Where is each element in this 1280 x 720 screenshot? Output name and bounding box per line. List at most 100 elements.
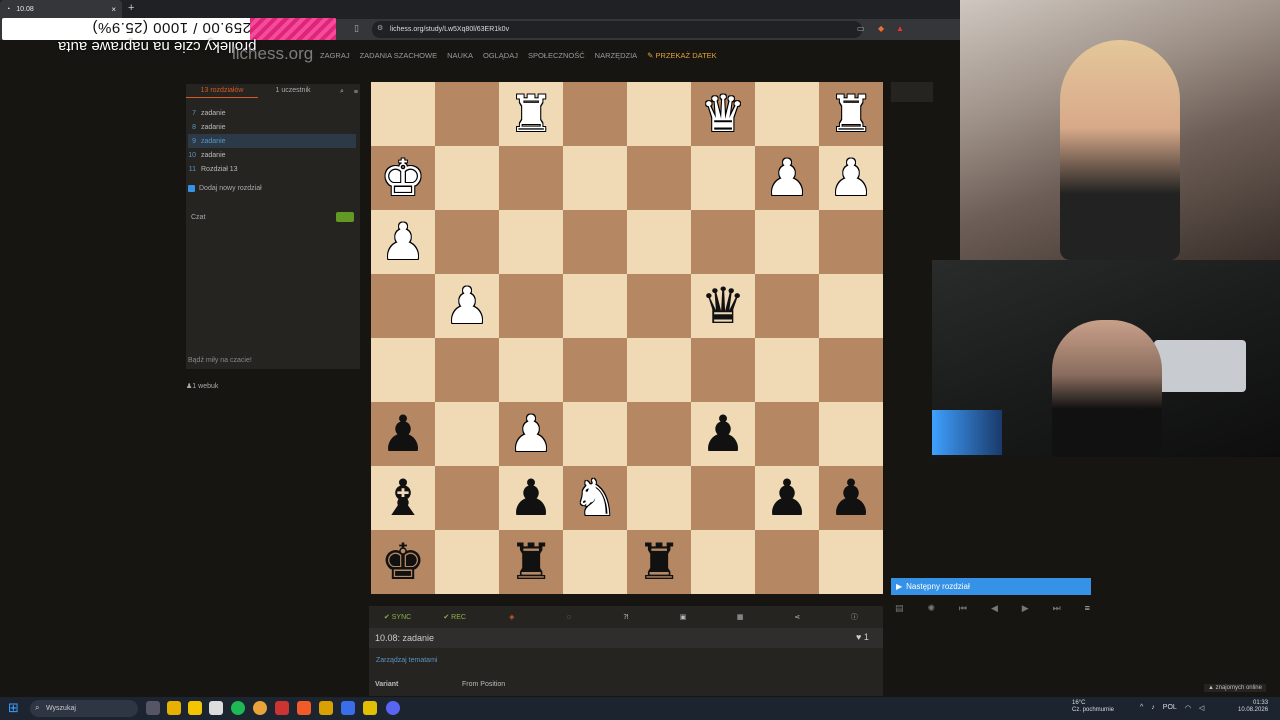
language-indicator[interactable]: POL — [1163, 704, 1177, 712]
white-queen-piece[interactable]: ♛ — [701, 82, 746, 146]
prev-move-icon[interactable]: ◀ — [991, 603, 998, 614]
microphone-icon[interactable]: ♪ — [1151, 704, 1155, 712]
chapter-item[interactable]: 11 Rozdział 13 — [188, 162, 356, 176]
nav-puzzles[interactable]: ZADANIA SZACHOWE — [360, 51, 438, 60]
hamburger-menu-icon[interactable]: ≡ — [1085, 603, 1090, 614]
engine-icon[interactable]: ✺ — [927, 603, 935, 614]
board-square[interactable]: ♟ — [755, 466, 819, 530]
nav-donate[interactable]: ✎ PRZEKAŻ DATEK — [647, 51, 717, 60]
cast-icon[interactable]: ▭ — [857, 24, 865, 33]
board-square[interactable] — [499, 274, 563, 338]
tags-tab-icon[interactable]: ◈ — [483, 613, 540, 621]
white-pawn-piece[interactable]: ♟ — [381, 210, 426, 274]
chapter-item[interactable]: 10 zadanie — [188, 148, 356, 162]
member-name[interactable]: webuk — [198, 383, 218, 390]
board-square[interactable]: ♛ — [691, 274, 755, 338]
grid-icon[interactable]: ▦ — [712, 613, 769, 621]
white-knight-piece[interactable]: ♞ — [573, 466, 618, 530]
board-square[interactable] — [435, 146, 499, 210]
address-bar[interactable]: ⚙ lichess.org/study/Lw5Xq80l/63ER1k0v — [372, 21, 862, 38]
board-square[interactable]: ♟ — [371, 402, 435, 466]
black-rook-piece[interactable]: ♜ — [509, 530, 554, 594]
board-square[interactable] — [499, 210, 563, 274]
board-square[interactable] — [755, 402, 819, 466]
next-move-icon[interactable]: ▶ — [1022, 603, 1029, 614]
wifi-icon[interactable]: ◠ — [1185, 704, 1191, 712]
white-pawn-piece[interactable]: ♟ — [509, 402, 554, 466]
board-square[interactable]: ♟ — [691, 402, 755, 466]
white-pawn-piece[interactable]: ♟ — [829, 146, 874, 210]
board-square[interactable] — [435, 338, 499, 402]
book-icon[interactable]: ▤ — [895, 603, 904, 614]
board-square[interactable] — [691, 466, 755, 530]
volume-icon[interactable]: ◁ — [1199, 704, 1204, 712]
board-square[interactable] — [627, 146, 691, 210]
board-square[interactable] — [435, 402, 499, 466]
board-square[interactable]: ♟ — [499, 466, 563, 530]
board-square[interactable] — [755, 530, 819, 594]
chapter-item[interactable]: 7 zadanie — [188, 106, 356, 120]
tab-chapters[interactable]: 13 rozdziałów — [186, 87, 258, 98]
brave-shield-icon[interactable]: ◆ — [878, 24, 884, 33]
board-square[interactable] — [499, 338, 563, 402]
board-square[interactable] — [755, 274, 819, 338]
site-logo[interactable]: lichess.org — [232, 44, 313, 64]
search-icon[interactable]: ⌕ — [340, 88, 344, 96]
board-square[interactable] — [435, 530, 499, 594]
app-icon[interactable] — [167, 701, 181, 715]
chapter-item-active[interactable]: 9 zadanie — [188, 134, 356, 148]
board-square[interactable] — [755, 82, 819, 146]
comment-icon[interactable]: ◌ — [540, 614, 597, 621]
nav-tools[interactable]: NARZĘDZIA — [595, 51, 638, 60]
board-square[interactable] — [563, 338, 627, 402]
first-move-icon[interactable]: ⏮ — [959, 603, 967, 614]
board-square[interactable] — [627, 338, 691, 402]
board-square[interactable]: ♟ — [819, 146, 883, 210]
black-queen-piece[interactable]: ♛ — [701, 274, 746, 338]
black-pawn-piece[interactable]: ♟ — [765, 466, 810, 530]
black-rook-piece[interactable]: ♜ — [637, 530, 682, 594]
friends-online[interactable]: ▲ znajomych online — [1204, 684, 1266, 692]
board-square[interactable] — [563, 402, 627, 466]
rewards-icon[interactable]: ▲ — [896, 24, 904, 33]
board-square[interactable] — [691, 146, 755, 210]
store-icon[interactable] — [209, 701, 223, 715]
board-square[interactable]: ♟ — [499, 402, 563, 466]
black-pawn-piece[interactable]: ♟ — [381, 402, 426, 466]
vlc-icon[interactable] — [363, 701, 377, 715]
board-square[interactable]: ♜ — [499, 82, 563, 146]
board-square[interactable] — [819, 402, 883, 466]
tab-members[interactable]: 1 uczestnik — [258, 87, 328, 97]
board-square[interactable] — [691, 210, 755, 274]
windows-start-icon[interactable]: ⊞ — [8, 700, 24, 716]
browser-tab[interactable]: ◔ 10.08 × — [0, 0, 122, 19]
board-square[interactable] — [627, 402, 691, 466]
brave-icon[interactable] — [297, 701, 311, 715]
site-info-icon[interactable]: ⚙ — [377, 24, 383, 32]
board-square[interactable] — [819, 210, 883, 274]
white-king-piece[interactable]: ♚ — [381, 146, 426, 210]
black-pawn-piece[interactable]: ♟ — [829, 466, 874, 530]
board-square[interactable] — [819, 338, 883, 402]
sync-toggle[interactable]: ✔ SYNC — [369, 613, 426, 621]
app-icon[interactable] — [319, 701, 333, 715]
menu-icon[interactable]: ≡ — [354, 89, 358, 96]
board-square[interactable] — [627, 210, 691, 274]
chat-input[interactable]: Bądź miły na czacie! — [188, 357, 252, 364]
white-pawn-piece[interactable]: ♟ — [765, 146, 810, 210]
black-pawn-piece[interactable]: ♟ — [701, 402, 746, 466]
board-square[interactable]: ♟ — [371, 210, 435, 274]
board-square[interactable] — [691, 530, 755, 594]
new-tab-button[interactable]: + — [128, 2, 134, 14]
board-square[interactable] — [435, 466, 499, 530]
board-square[interactable] — [627, 274, 691, 338]
board-square[interactable] — [371, 338, 435, 402]
image-icon[interactable]: ▣ — [655, 613, 712, 621]
board-square[interactable] — [435, 210, 499, 274]
file-explorer-icon[interactable] — [188, 701, 202, 715]
board-square[interactable]: ♚ — [371, 530, 435, 594]
board-square[interactable] — [563, 274, 627, 338]
next-chapter-button[interactable]: ▶ Następny rozdział — [891, 578, 1091, 595]
chapter-item[interactable]: 8 zadanie — [188, 120, 356, 134]
rec-toggle[interactable]: ✔ REC — [426, 613, 483, 621]
